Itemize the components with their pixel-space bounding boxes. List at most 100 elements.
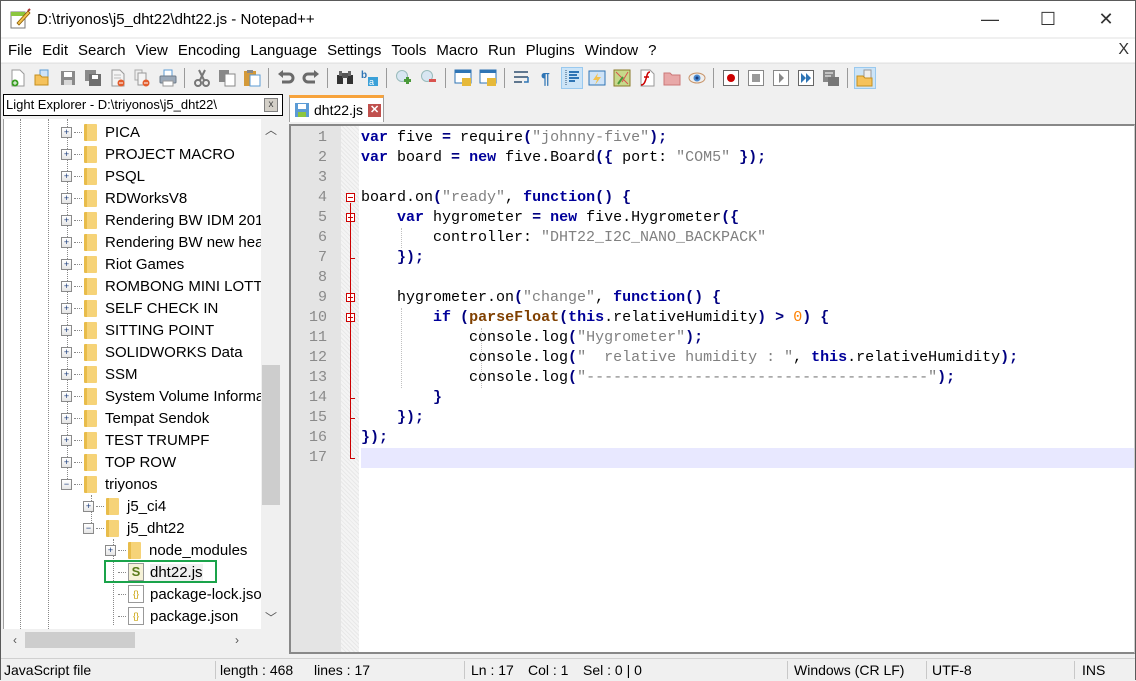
- tree-item[interactable]: + Tempat Sendok: [61, 407, 209, 429]
- document-map-button[interactable]: [611, 67, 633, 89]
- expand-icon[interactable]: +: [61, 148, 72, 160]
- tree-item[interactable]: + SOLIDWORKS Data: [61, 341, 243, 363]
- code-line[interactable]: });: [361, 248, 1134, 268]
- tree-item[interactable]: + j5_ci4: [83, 495, 166, 517]
- redo-button[interactable]: [300, 67, 322, 89]
- menu-search[interactable]: Search: [73, 40, 131, 62]
- code-line[interactable]: var board = new five.Board({ port: "COM5…: [361, 148, 1134, 168]
- scroll-up-icon[interactable]: ︿: [261, 121, 281, 139]
- explorer-vertical-scrollbar[interactable]: ︿ ﹀: [261, 119, 281, 629]
- new-file-button[interactable]: [7, 67, 29, 89]
- scroll-right-icon[interactable]: ›: [227, 631, 247, 649]
- menu-run[interactable]: Run: [483, 40, 521, 62]
- tree-item[interactable]: − j5_dht22: [83, 517, 185, 539]
- find-button[interactable]: [334, 67, 356, 89]
- code-line[interactable]: var five = require("johnny-five");: [361, 128, 1134, 148]
- tree-item[interactable]: + TEST TRUMPF: [61, 429, 209, 451]
- status-eol-format[interactable]: Windows (CR LF): [794, 659, 904, 680]
- tree-item[interactable]: {} package-lock.json: [105, 583, 261, 605]
- show-all-chars-button[interactable]: ¶: [536, 67, 558, 89]
- tree-item[interactable]: + System Volume Information: [61, 385, 261, 407]
- tree-item[interactable]: + TOP ROW: [61, 451, 176, 473]
- replace-button[interactable]: ba: [359, 67, 381, 89]
- current-code-line[interactable]: [361, 448, 1134, 468]
- expand-icon[interactable]: +: [61, 346, 72, 358]
- language-define-button[interactable]: [586, 67, 608, 89]
- menu-encoding[interactable]: Encoding: [173, 40, 246, 62]
- code-line[interactable]: if (parseFloat(this.relativeHumidity) > …: [361, 308, 1134, 328]
- zoom-in-button[interactable]: [393, 67, 415, 89]
- menu-edit[interactable]: Edit: [37, 40, 73, 62]
- cut-button[interactable]: [191, 67, 213, 89]
- macro-stop-button[interactable]: [745, 67, 767, 89]
- expand-icon[interactable]: +: [61, 324, 72, 336]
- tree-item[interactable]: + RDWorksV8: [61, 187, 187, 209]
- code-line[interactable]: console.log("---------------------------…: [361, 368, 1134, 388]
- save-all-button[interactable]: [82, 67, 104, 89]
- tree-item[interactable]: {} package.json: [105, 605, 238, 627]
- scroll-left-icon[interactable]: ‹: [5, 631, 25, 649]
- macro-run-multiple-button[interactable]: [795, 67, 817, 89]
- open-file-button[interactable]: [32, 67, 54, 89]
- minimize-button[interactable]: —: [961, 1, 1019, 37]
- save-button[interactable]: [57, 67, 79, 89]
- tree-item[interactable]: + PICA: [61, 121, 140, 143]
- status-encoding[interactable]: UTF-8: [932, 659, 972, 680]
- code-line[interactable]: }: [361, 388, 1134, 408]
- code-line[interactable]: board.on("ready", function() {: [361, 188, 1134, 208]
- expand-icon[interactable]: +: [61, 390, 72, 402]
- fold-toggle-icon[interactable]: [346, 193, 355, 202]
- zoom-out-button[interactable]: [418, 67, 440, 89]
- menu-help[interactable]: ?: [643, 40, 661, 62]
- expand-icon[interactable]: +: [83, 500, 94, 512]
- menu-language[interactable]: Language: [245, 40, 322, 62]
- tree-item[interactable]: + node_modules: [105, 539, 247, 561]
- expand-icon[interactable]: +: [61, 236, 72, 248]
- expand-icon[interactable]: +: [61, 126, 72, 138]
- expand-icon[interactable]: +: [61, 368, 72, 380]
- expand-icon[interactable]: +: [61, 192, 72, 204]
- code-line[interactable]: [361, 268, 1134, 288]
- close-button[interactable]: ✕: [1077, 1, 1135, 37]
- tree-item[interactable]: + ROMBONG MINI LOTTE: [61, 275, 261, 297]
- function-list-button[interactable]: [636, 67, 658, 89]
- macro-save-button[interactable]: [820, 67, 842, 89]
- explorer-horizontal-scrollbar[interactable]: ‹ ›: [3, 630, 261, 650]
- expand-icon[interactable]: +: [105, 544, 116, 556]
- scroll-down-icon[interactable]: ﹀: [261, 609, 281, 627]
- scroll-thumb[interactable]: [262, 365, 280, 505]
- code-line[interactable]: console.log("Hygrometer");: [361, 328, 1134, 348]
- expand-icon[interactable]: +: [61, 456, 72, 468]
- monitoring-button[interactable]: [686, 67, 708, 89]
- code-line[interactable]: hygrometer.on("change", function() {: [361, 288, 1134, 308]
- collapse-icon[interactable]: −: [61, 478, 72, 490]
- close-file-button[interactable]: [107, 67, 129, 89]
- menu-settings[interactable]: Settings: [322, 40, 386, 62]
- sync-vertical-button[interactable]: [452, 67, 474, 89]
- explorer-close-button[interactable]: x: [264, 98, 278, 112]
- close-all-button[interactable]: [132, 67, 154, 89]
- code-line[interactable]: var hygrometer = new five.Hygrometer({: [361, 208, 1134, 228]
- word-wrap-button[interactable]: [511, 67, 533, 89]
- paste-button[interactable]: [241, 67, 263, 89]
- maximize-button[interactable]: ☐: [1019, 1, 1077, 37]
- print-button[interactable]: [157, 67, 179, 89]
- folder-as-workspace-button[interactable]: [661, 67, 683, 89]
- scroll-thumb[interactable]: [25, 632, 135, 648]
- tree-item[interactable]: + SSM: [61, 363, 138, 385]
- expand-icon[interactable]: +: [61, 170, 72, 182]
- undo-button[interactable]: [275, 67, 297, 89]
- collapse-icon[interactable]: −: [83, 522, 94, 534]
- code-line[interactable]: [361, 168, 1134, 188]
- menu-plugins[interactable]: Plugins: [521, 40, 580, 62]
- expand-icon[interactable]: +: [61, 412, 72, 424]
- tree-item[interactable]: + Rendering BW IDM 2017: [61, 209, 261, 231]
- code-line[interactable]: });: [361, 428, 1134, 448]
- menu-file[interactable]: File: [3, 40, 37, 62]
- menu-tools[interactable]: Tools: [386, 40, 431, 62]
- expand-icon[interactable]: +: [61, 280, 72, 292]
- tree-item[interactable]: + SITTING POINT: [61, 319, 214, 341]
- status-insert-mode[interactable]: INS: [1082, 659, 1105, 680]
- code-line[interactable]: });: [361, 408, 1134, 428]
- tab-dht22-js[interactable]: dht22.js ✕: [289, 95, 384, 122]
